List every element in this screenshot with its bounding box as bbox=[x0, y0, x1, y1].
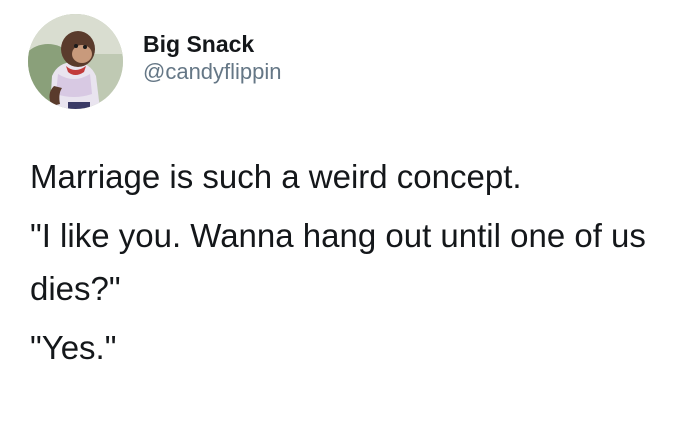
tweet-text: Marriage is such a weird concept. "I lik… bbox=[30, 150, 660, 380]
monkey-avatar-icon bbox=[28, 14, 123, 109]
display-name[interactable]: Big Snack bbox=[143, 30, 282, 58]
avatar[interactable] bbox=[28, 14, 123, 109]
tweet-paragraph: Marriage is such a weird concept. bbox=[30, 158, 522, 195]
tweet-header: Big Snack @candyflippin bbox=[28, 14, 282, 109]
user-handle[interactable]: @candyflippin bbox=[143, 58, 282, 86]
tweet-paragraph: "Yes." bbox=[30, 329, 117, 366]
tweet-paragraph: "I like you. Wanna hang out until one of… bbox=[30, 217, 646, 307]
author-names: Big Snack @candyflippin bbox=[143, 30, 282, 86]
tweet-card: Big Snack @candyflippin Marriage is such… bbox=[0, 0, 676, 440]
